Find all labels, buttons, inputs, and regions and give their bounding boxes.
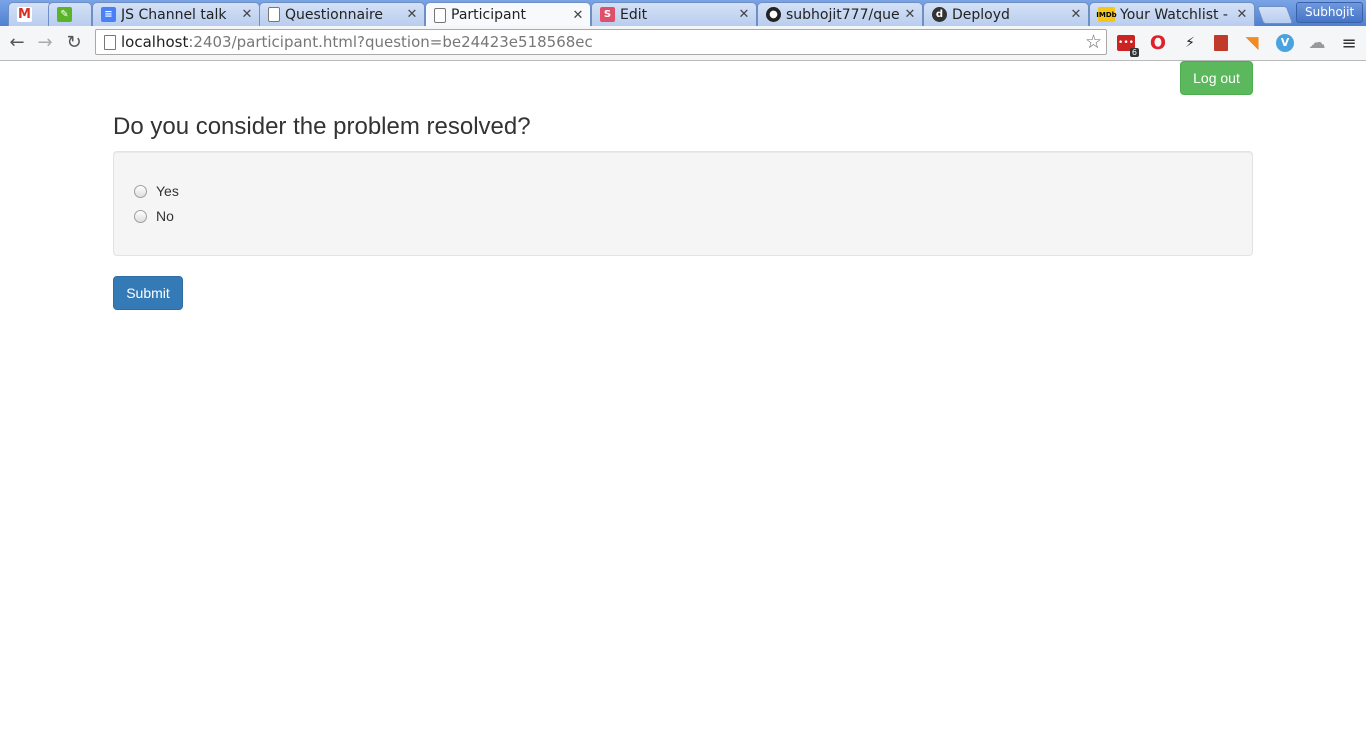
option-label: No — [156, 208, 174, 224]
page-icon — [104, 35, 116, 50]
close-icon[interactable]: ✕ — [738, 7, 750, 22]
tab-title: Your Watchlist - — [1120, 6, 1228, 23]
tab-js-channel[interactable]: ≡ JS Channel talk ✕ — [92, 2, 260, 26]
docs-icon: ≡ — [101, 7, 116, 22]
tab-questionnaire[interactable]: Questionnaire ✕ — [259, 2, 425, 26]
close-icon[interactable]: ✕ — [406, 7, 418, 22]
options-panel: Yes No — [113, 151, 1253, 256]
close-icon[interactable]: ✕ — [241, 7, 253, 22]
tab-strip: M ✎ ≡ JS Channel talk ✕ Questionnaire ✕ … — [0, 0, 1366, 26]
extension-badge: 6 — [1129, 48, 1139, 57]
new-tab-button[interactable] — [1256, 6, 1294, 24]
tab-title: Participant — [451, 7, 526, 23]
tab-imdb[interactable]: IMDb Your Watchlist - ✕ — [1089, 2, 1255, 26]
pocket-icon[interactable]: ☁ — [1307, 33, 1327, 53]
option-yes[interactable]: Yes — [134, 183, 179, 199]
tab-evernote[interactable]: ✎ — [48, 2, 92, 26]
question-title: Do you consider the problem resolved? — [113, 113, 531, 140]
tab-title: Questionnaire — [285, 6, 384, 23]
close-icon[interactable]: ✕ — [1070, 7, 1082, 22]
rss-icon[interactable]: ◥ — [1242, 33, 1262, 53]
address-bar[interactable]: localhost:2403/participant.html?question… — [95, 29, 1107, 55]
tab-title: Deployd — [952, 6, 1010, 23]
url-text: localhost:2403/participant.html?question… — [121, 33, 593, 51]
tab-github[interactable]: ● subhojit777/que ✕ — [757, 2, 923, 26]
browser-toolbar: ← → ↻ localhost:2403/participant.html?qu… — [0, 26, 1366, 61]
tab-title: Edit — [620, 6, 648, 23]
submit-button[interactable]: Submit — [113, 276, 183, 310]
page-icon — [268, 7, 280, 22]
vimeo-icon[interactable]: V — [1275, 33, 1295, 53]
option-label: Yes — [156, 183, 179, 199]
tab-title: subhojit777/que — [786, 6, 900, 23]
profile-button[interactable]: Subhojit — [1296, 2, 1364, 23]
forward-arrow-icon[interactable]: → — [33, 31, 57, 55]
tab-title: JS Channel talk — [121, 6, 227, 23]
slides-s-icon: S — [600, 7, 615, 22]
bookmark-star-icon[interactable]: ☆ — [1085, 31, 1102, 53]
github-icon: ● — [766, 7, 781, 22]
close-icon[interactable]: ✕ — [1236, 7, 1248, 22]
imdb-icon: IMDb — [1096, 7, 1117, 22]
tab-participant[interactable]: Participant ✕ — [425, 2, 591, 26]
tab-edit[interactable]: S Edit ✕ — [591, 2, 757, 26]
lastpass-icon[interactable]: ••• 6 — [1116, 33, 1139, 57]
radio-no[interactable] — [134, 209, 147, 223]
evernote-icon: ✎ — [57, 7, 72, 22]
back-arrow-icon[interactable]: ← — [5, 31, 29, 55]
opera-icon[interactable]: O — [1148, 32, 1168, 54]
menu-icon[interactable]: ≡ — [1339, 33, 1359, 54]
close-icon[interactable]: ✕ — [904, 7, 916, 22]
option-no[interactable]: No — [134, 208, 174, 224]
deployd-icon: d — [932, 7, 947, 22]
gmail-icon: M — [17, 7, 32, 22]
page-icon — [434, 7, 446, 23]
close-icon[interactable]: ✕ — [572, 8, 584, 23]
lightning-icon[interactable]: ⚡ — [1180, 33, 1200, 53]
bookmark-book-icon[interactable] — [1211, 33, 1231, 53]
tab-deployd[interactable]: d Deployd ✕ — [923, 2, 1089, 26]
url-host: localhost — [121, 33, 189, 51]
logout-button[interactable]: Log out — [1180, 61, 1253, 95]
url-path: :2403/participant.html?question=be24423e… — [188, 33, 593, 51]
radio-yes[interactable] — [134, 184, 147, 198]
reload-icon[interactable]: ↻ — [62, 31, 86, 55]
tab-gmail[interactable]: M — [8, 2, 52, 26]
